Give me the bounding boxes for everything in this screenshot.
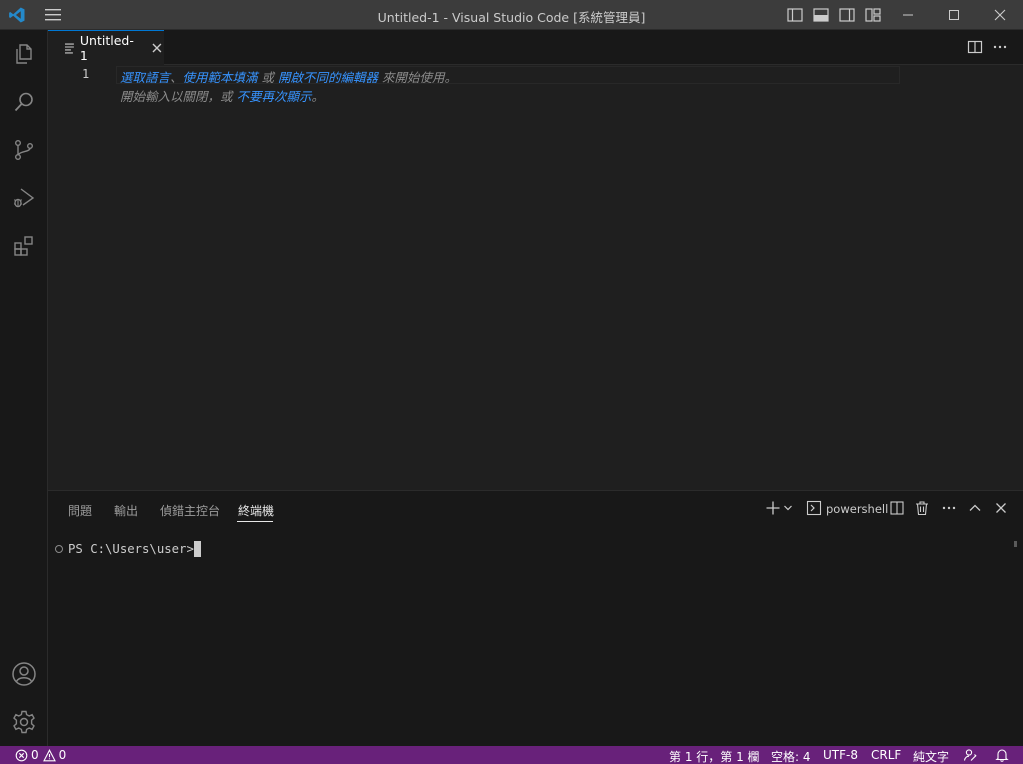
error-count: 0 [31, 748, 39, 762]
hint-tail: 來開始使用。 [378, 70, 457, 85]
warning-count: 0 [58, 748, 67, 762]
tab-untitled-1[interactable]: Untitled-1 [48, 30, 164, 65]
bell-icon [995, 749, 1009, 762]
minimize-icon [903, 14, 913, 16]
split-editor-icon[interactable] [966, 38, 984, 56]
hint-line2-tail: 。 [311, 89, 325, 104]
activity-extensions[interactable] [0, 222, 48, 270]
panel-more-actions-button[interactable] [940, 499, 958, 517]
editor-area[interactable]: 1 選取語言、使用範本填滿 或 開啟不同的編輯器 來開始使用。 開始輸入以關閉，… [48, 65, 1023, 490]
empty-editor-hint-line-2: 開始輸入以關閉，或 不要再次顯示。 [120, 86, 324, 105]
cursor-position[interactable]: 第 1 行，第 1 欄 [669, 748, 760, 764]
split-terminal-icon [890, 501, 904, 515]
run-debug-icon [14, 188, 35, 208]
close-icon [996, 503, 1006, 513]
notifications-button[interactable] [995, 748, 1009, 762]
open-different-editor-link[interactable]: 開啟不同的編輯器 [278, 70, 378, 85]
warning-icon [42, 748, 56, 761]
status-bar: 0 0 第 1 行，第 1 欄 空格: 4 UTF-8 CRLF 純文字 [0, 746, 1023, 764]
panel-tab-debug-console[interactable]: 偵錯主控台 [160, 502, 220, 519]
bottom-panel: 問題 輸出 偵錯主控台 終端機 powershell PS C:\Users\u… [48, 490, 1023, 746]
customize-layout-icon[interactable] [863, 5, 883, 25]
hint-dismiss-text: 開始輸入以關閉，或 [120, 89, 237, 104]
explorer-icon [16, 44, 32, 64]
plus-icon [766, 501, 780, 515]
activity-search[interactable] [0, 78, 48, 126]
new-terminal-button[interactable] [764, 499, 782, 517]
empty-editor-hint: 選取語言、使用範本填滿 或 開啟不同的編輯器 來開始使用。 [120, 67, 457, 86]
split-terminal-button[interactable] [888, 499, 906, 517]
close-window-button[interactable] [977, 0, 1023, 30]
activity-run-debug[interactable] [0, 174, 48, 222]
title-bar: Untitled-1 - Visual Studio Code [系統管理員] [0, 0, 1023, 30]
hint-or: 或 [257, 70, 278, 85]
manage-gear-icon [13, 710, 35, 734]
editor-tab-bar: Untitled-1 [48, 30, 1023, 65]
feedback-icon [963, 749, 977, 761]
encoding[interactable]: UTF-8 [823, 748, 858, 762]
more-actions-icon [942, 506, 956, 510]
language-mode[interactable]: 純文字 [913, 748, 949, 764]
error-icon [15, 749, 28, 761]
line-number: 1 [82, 67, 90, 81]
search-icon [14, 92, 33, 112]
activity-bar [0, 30, 48, 746]
select-language-link[interactable]: 選取語言 [120, 70, 170, 85]
terminal-name[interactable]: powershell [826, 502, 888, 516]
maximize-panel-button[interactable] [966, 499, 984, 517]
panel-tab-terminal[interactable]: 終端機 [238, 502, 274, 519]
kill-terminal-button[interactable] [913, 499, 931, 517]
terminal-type-button[interactable] [805, 499, 823, 517]
vscode-logo-icon [9, 7, 25, 23]
activity-source-control[interactable] [0, 126, 48, 174]
maximize-icon [949, 10, 959, 20]
indentation[interactable]: 空格: 4 [771, 748, 811, 764]
terminal-prompt[interactable]: PS C:\Users\user> [68, 542, 201, 556]
problems-status[interactable]: 0 0 [15, 748, 66, 762]
command-decoration-icon[interactable] [55, 545, 63, 553]
activity-accounts[interactable] [0, 650, 48, 698]
terminal-icon [806, 500, 822, 516]
activity-manage[interactable] [0, 698, 48, 746]
accounts-icon [12, 662, 36, 686]
activity-explorer[interactable] [0, 30, 48, 78]
feedback-button[interactable] [963, 748, 977, 762]
hint-separator: 、 [170, 70, 183, 85]
panel-tab-output[interactable]: 輸出 [114, 502, 138, 519]
minimize-button[interactable] [885, 0, 931, 30]
close-icon [994, 9, 1006, 21]
trash-icon [916, 501, 928, 516]
end-of-line[interactable]: CRLF [871, 748, 901, 762]
fill-with-template-link[interactable]: 使用範本填滿 [183, 70, 258, 85]
toggle-primary-sidebar-icon[interactable] [785, 5, 805, 25]
tab-label: Untitled-1 [79, 33, 134, 63]
dont-show-again-link[interactable]: 不要再次顯示 [236, 89, 311, 104]
terminal-profiles-dropdown[interactable] [782, 499, 794, 517]
terminal-scrollbar[interactable] [1014, 541, 1017, 547]
close-panel-button[interactable] [992, 499, 1010, 517]
tab-close-icon[interactable] [150, 41, 164, 55]
terminal-cursor [194, 541, 201, 557]
hamburger-menu-icon[interactable] [44, 8, 64, 22]
toggle-secondary-sidebar-icon[interactable] [837, 5, 857, 25]
more-actions-icon[interactable] [991, 38, 1009, 56]
chevron-down-icon [784, 505, 792, 511]
maximize-button[interactable] [931, 0, 977, 30]
plain-text-file-icon [64, 43, 74, 54]
chevron-up-icon [969, 504, 981, 511]
active-tab-indicator [237, 521, 273, 522]
panel-tab-problems[interactable]: 問題 [68, 502, 92, 519]
toggle-panel-icon[interactable] [811, 5, 831, 25]
source-control-icon [15, 140, 33, 161]
extensions-icon [14, 236, 33, 256]
